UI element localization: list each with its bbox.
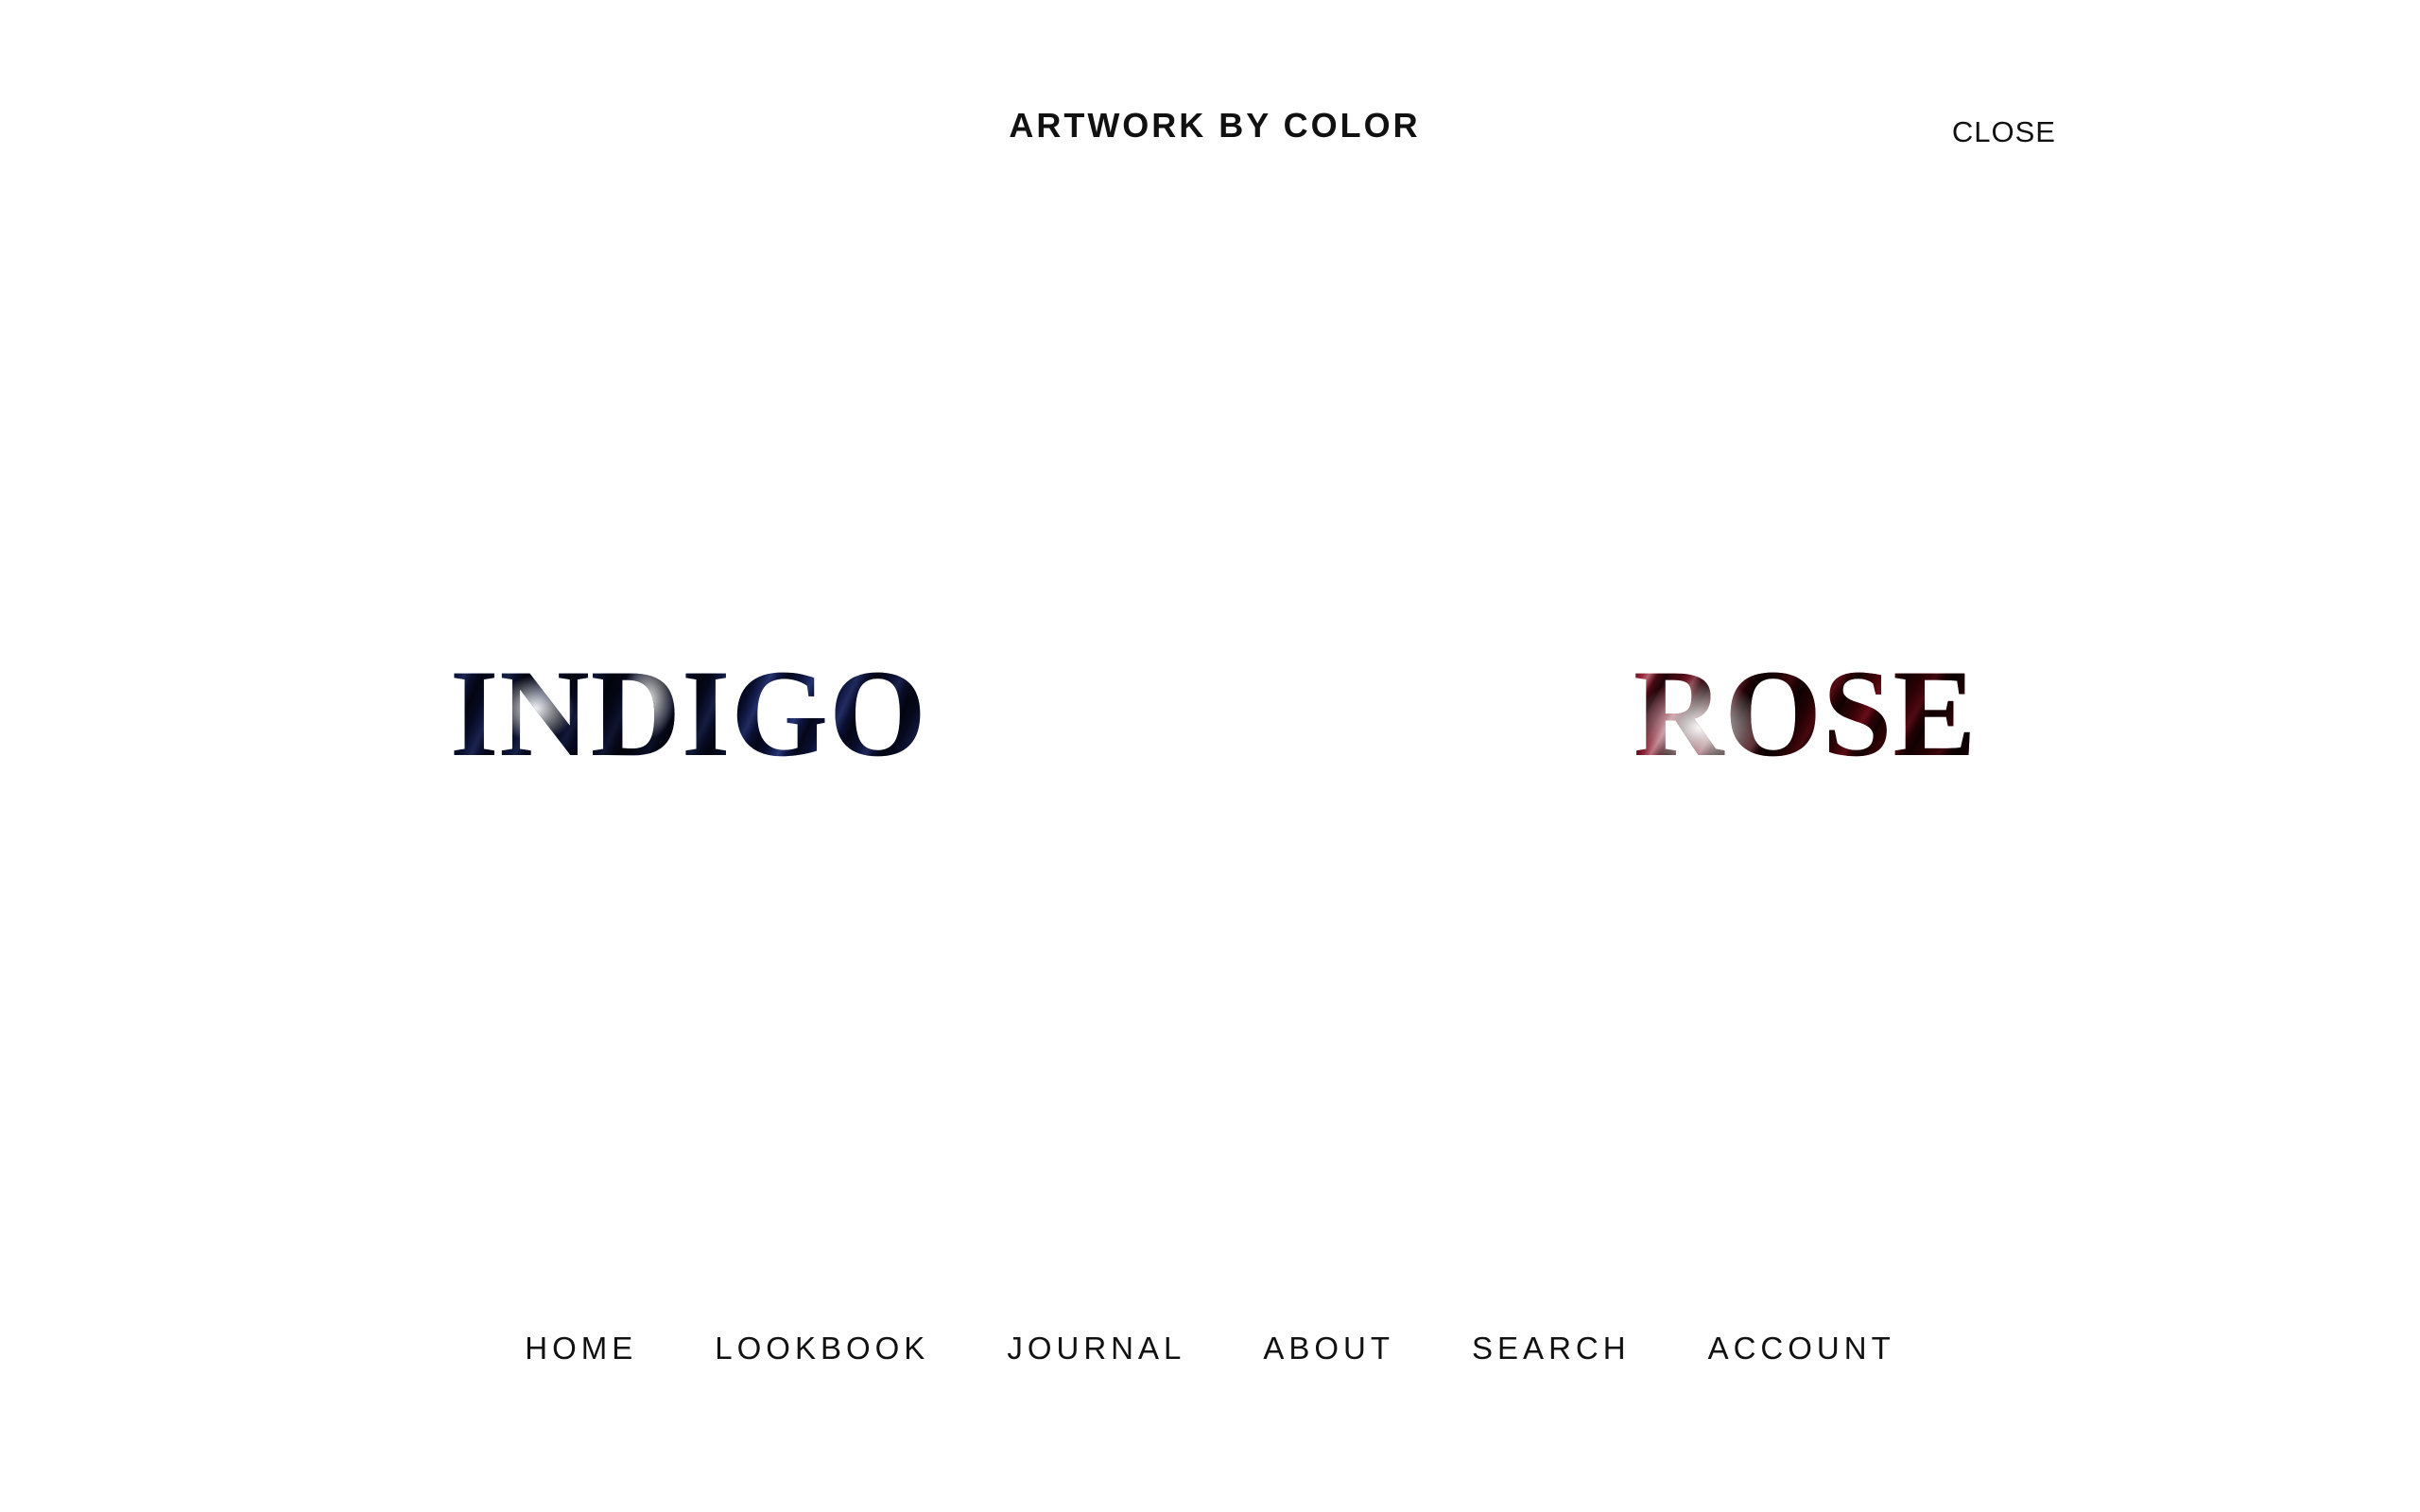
page-title: ARTWORK BY COLOR xyxy=(1009,106,1421,145)
nav-home[interactable]: HOME xyxy=(525,1331,637,1366)
nav-journal[interactable]: JOURNAL xyxy=(1007,1331,1185,1366)
nav-about[interactable]: ABOUT xyxy=(1263,1331,1394,1366)
close-button[interactable]: CLOSE xyxy=(1952,115,2056,149)
nav-search[interactable]: SEARCH xyxy=(1472,1331,1631,1366)
bottom-nav: HOME LOOKBOOK JOURNAL ABOUT SEARCH ACCOU… xyxy=(0,1331,2420,1366)
color-link-rose[interactable]: ROSE xyxy=(1634,652,1978,775)
nav-lookbook[interactable]: LOOKBOOK xyxy=(715,1331,929,1366)
nav-account[interactable]: ACCOUNT xyxy=(1708,1331,1895,1366)
color-link-indigo[interactable]: INDIGO xyxy=(450,652,927,775)
